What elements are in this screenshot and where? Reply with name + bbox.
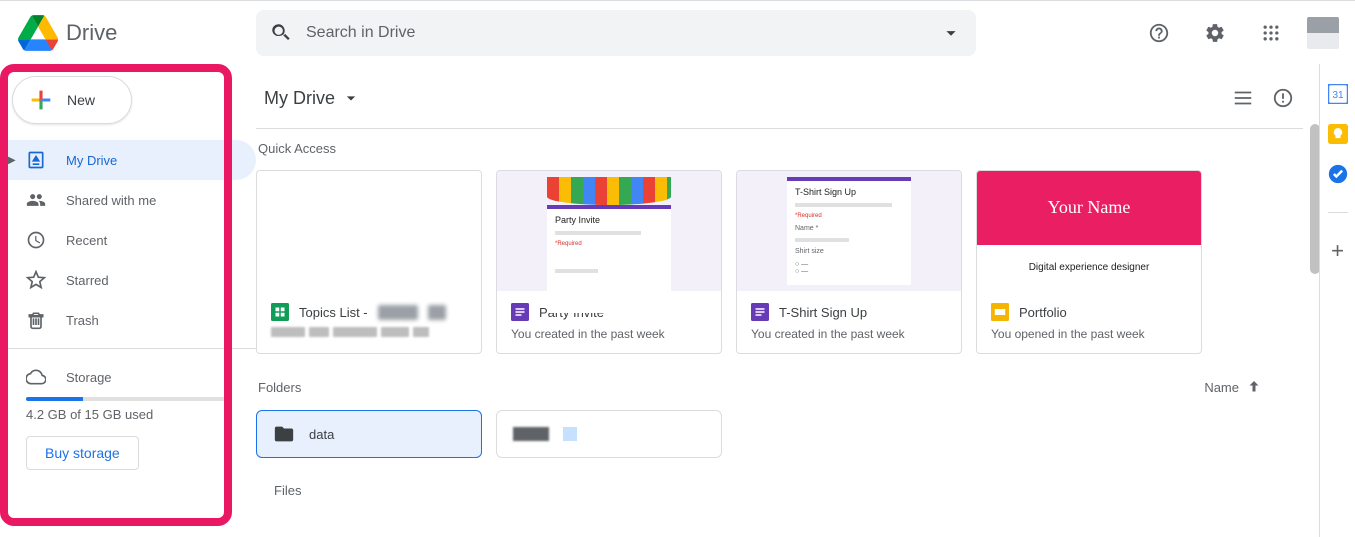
svg-text:31: 31 [1332,90,1344,101]
scrollbar[interactable] [1310,124,1319,274]
add-app-button[interactable]: + [1328,241,1348,261]
dropdown-arrow-icon[interactable] [940,22,962,44]
details-button[interactable] [1263,78,1303,118]
search-input[interactable] [306,24,926,42]
breadcrumb[interactable]: My Drive [264,88,361,109]
folders-header: Folders Name [256,378,1303,396]
storage-text: 4.2 GB of 15 GB used [0,407,256,422]
sidebar-item-starred[interactable]: Starred [0,260,256,300]
quick-access-header: Quick Access [256,141,1303,156]
sheets-icon [271,303,289,321]
sort-button[interactable]: Name [1204,378,1263,396]
folder-name-redacted [513,427,549,441]
new-button[interactable]: New [12,76,132,124]
apps-button[interactable] [1251,13,1291,53]
drive-logo-icon [18,13,58,53]
quick-access-card[interactable]: T-Shirt Sign Up*RequiredName *Shirt size… [736,170,962,354]
list-view-button[interactable] [1223,78,1263,118]
folder-name: data [309,427,334,442]
quick-access-cards: Topics List - xxx Party Invite*Required … [256,170,1303,354]
trash-icon [26,310,46,330]
quick-access-card[interactable]: Party Invite*Required Party Invite You c… [496,170,722,354]
brand[interactable]: Drive [8,13,256,53]
recent-icon [26,230,46,250]
settings-button[interactable] [1195,13,1235,53]
section-title: Files [274,483,301,498]
forms-icon [751,303,769,321]
cloud-icon [26,367,46,387]
card-subtitle: You opened in the past week [991,327,1187,341]
folder-item[interactable] [496,410,722,458]
new-button-label: New [67,92,95,108]
sidebar-item-my-drive[interactable]: ▶ My Drive [0,140,256,180]
folders-row: data [256,410,1303,458]
card-subtitle [271,327,467,337]
card-title-text: Topics List - [299,305,368,320]
card-thumbnail: Party Invite*Required [497,171,721,291]
content: My Drive Quick Access Topics List - xxx [256,64,1319,537]
quick-access-card[interactable]: Topics List - xxx [256,170,482,354]
plus-icon [27,86,55,114]
breadcrumb-label: My Drive [264,88,335,109]
my-drive-icon [26,150,46,170]
arrow-up-icon [1245,378,1263,396]
card-thumbnail: T-Shirt Sign Up*RequiredName *Shirt size… [737,171,961,291]
folder-item[interactable]: data [256,410,482,458]
calendar-app-icon[interactable]: 31 [1328,84,1348,104]
brand-name: Drive [66,20,117,46]
main: New ▶ My Drive Shared with me Recent [0,64,1319,537]
quick-access-card[interactable]: Your Name Digital experience designer Po… [976,170,1202,354]
section-title: Folders [258,380,301,395]
search-icon [270,22,292,44]
dropdown-arrow-icon [341,88,361,108]
search-bar[interactable] [256,10,976,56]
sidebar-item-shared[interactable]: Shared with me [0,180,256,220]
right-sidebar: 31 + [1319,64,1355,537]
star-icon [26,270,46,290]
card-title-text: Portfolio [1019,305,1067,320]
sidebar-item-storage[interactable]: Storage [0,357,256,397]
buy-storage-button[interactable]: Buy storage [26,436,139,470]
chevron-right-icon: ▶ [8,155,16,166]
help-button[interactable] [1139,13,1179,53]
storage-bar [26,397,230,401]
card-subtitle: You created in the past week [751,327,947,341]
sidebar-item-label: My Drive [66,153,117,168]
sidebar-item-label: Starred [66,273,109,288]
shared-icon [26,190,46,210]
header: Drive [0,0,1355,64]
folder-icon [273,423,295,445]
sidebar-item-trash[interactable]: Trash [0,300,256,340]
card-thumbnail: Your Name Digital experience designer [977,171,1201,291]
path-row: My Drive [256,74,1303,129]
sidebar-item-label: Storage [66,370,112,385]
keep-app-icon[interactable] [1328,124,1348,144]
card-subtitle: You created in the past week [511,327,707,341]
sidebar: New ▶ My Drive Shared with me Recent [0,64,256,537]
card-thumbnail [257,171,481,291]
sort-label: Name [1204,380,1239,395]
section-title: Quick Access [258,141,336,156]
card-title-text: T-Shirt Sign Up [779,305,867,320]
tasks-app-icon[interactable] [1328,164,1348,184]
sidebar-item-label: Shared with me [66,193,156,208]
sidebar-item-label: Trash [66,313,99,328]
forms-icon [511,303,529,321]
avatar[interactable] [1307,17,1339,49]
sidebar-item-label: Recent [66,233,107,248]
sidebar-item-recent[interactable]: Recent [0,220,256,260]
slides-icon [991,303,1009,321]
